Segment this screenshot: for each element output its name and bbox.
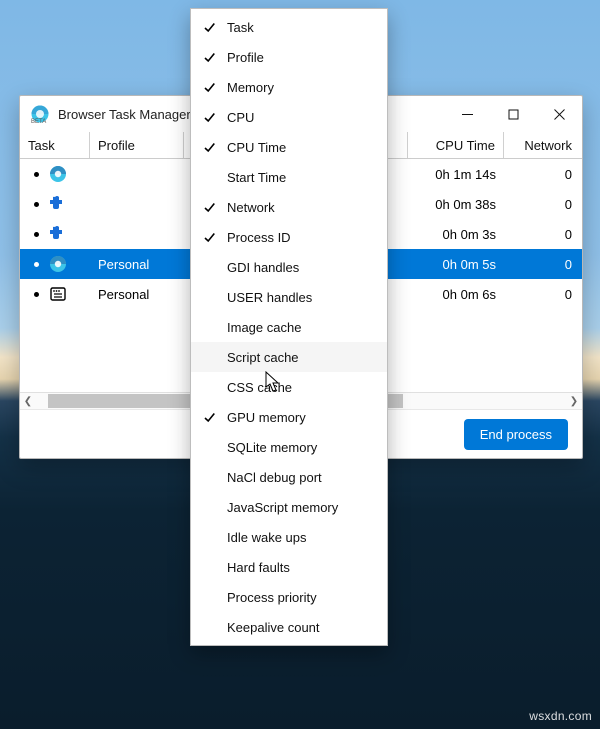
cell-network: 0 — [504, 227, 580, 242]
cell-network: 0 — [504, 197, 580, 212]
menu-item-label: GPU memory — [227, 410, 306, 425]
columns-context-menu: Task Profile Memory CPU CPU Time Start Time Ne… — [190, 8, 388, 646]
bullet-icon — [34, 202, 39, 207]
check-icon — [191, 51, 227, 64]
maximize-button[interactable] — [490, 96, 536, 132]
menu-item[interactable]: Keepalive count — [191, 612, 387, 642]
menu-item-label: Image cache — [227, 320, 301, 335]
desktop-background: BETA Browser Task Manager Task Profile C… — [0, 0, 600, 729]
menu-item-label: USER handles — [227, 290, 312, 305]
watermark: wsxdn.com — [529, 709, 592, 723]
check-icon — [191, 231, 227, 244]
end-process-button[interactable]: End process — [464, 419, 568, 450]
menu-item[interactable]: Idle wake ups — [191, 522, 387, 552]
cell-network: 0 — [504, 287, 580, 302]
check-icon — [191, 141, 227, 154]
check-icon — [191, 21, 227, 34]
process-icon — [49, 195, 67, 213]
menu-item-label: Process ID — [227, 230, 291, 245]
menu-item[interactable]: GPU memory — [191, 402, 387, 432]
cell-task — [20, 165, 90, 183]
cell-task — [20, 195, 90, 213]
menu-item-label: Start Time — [227, 170, 286, 185]
menu-item[interactable]: USER handles — [191, 282, 387, 312]
col-task[interactable]: Task — [20, 132, 90, 158]
cell-task — [20, 225, 90, 243]
menu-item[interactable]: GDI handles — [191, 252, 387, 282]
cell-cputime: 0h 0m 6s — [408, 287, 504, 302]
menu-item[interactable]: Hard faults — [191, 552, 387, 582]
menu-item-label: GDI handles — [227, 260, 299, 275]
scroll-left-arrow[interactable]: ❮ — [20, 393, 36, 409]
cell-cputime: 0h 1m 14s — [408, 167, 504, 182]
menu-item[interactable]: Memory — [191, 72, 387, 102]
cell-cputime: 0h 0m 3s — [408, 227, 504, 242]
cell-task — [20, 285, 90, 303]
menu-item[interactable]: NaCl debug port — [191, 462, 387, 492]
menu-item-label: CSS cache — [227, 380, 292, 395]
process-icon — [49, 225, 67, 243]
menu-item-label: Task — [227, 20, 254, 35]
menu-item[interactable]: JavaScript memory — [191, 492, 387, 522]
menu-item[interactable]: Profile — [191, 42, 387, 72]
menu-item[interactable]: Image cache — [191, 312, 387, 342]
menu-item-label: Process priority — [227, 590, 317, 605]
col-cputime[interactable]: CPU Time — [408, 132, 504, 158]
check-icon — [191, 411, 227, 424]
menu-item[interactable]: CPU Time — [191, 132, 387, 162]
menu-item[interactable]: Network — [191, 192, 387, 222]
menu-item[interactable]: Task — [191, 12, 387, 42]
menu-item-label: SQLite memory — [227, 440, 317, 455]
menu-item-label: Keepalive count — [227, 620, 320, 635]
menu-item-label: Profile — [227, 50, 264, 65]
cell-task — [20, 255, 90, 273]
minimize-button[interactable] — [444, 96, 490, 132]
menu-item[interactable]: Script cache — [191, 342, 387, 372]
cell-network: 0 — [504, 257, 580, 272]
menu-item-label: Memory — [227, 80, 274, 95]
process-icon — [49, 165, 67, 183]
process-icon — [49, 285, 67, 303]
bullet-icon — [34, 232, 39, 237]
bullet-icon — [34, 292, 39, 297]
menu-item[interactable]: CSS cache — [191, 372, 387, 402]
close-button[interactable] — [536, 96, 582, 132]
menu-item[interactable]: Process ID — [191, 222, 387, 252]
menu-item[interactable]: Start Time — [191, 162, 387, 192]
menu-item[interactable]: CPU — [191, 102, 387, 132]
menu-item-label: Idle wake ups — [227, 530, 307, 545]
cell-network: 0 — [504, 167, 580, 182]
check-icon — [191, 111, 227, 124]
scroll-right-arrow[interactable]: ❯ — [566, 393, 582, 409]
menu-item-label: Script cache — [227, 350, 299, 365]
col-network[interactable]: Network — [504, 132, 580, 158]
menu-item[interactable]: SQLite memory — [191, 432, 387, 462]
col-profile[interactable]: Profile — [90, 132, 184, 158]
check-icon — [191, 201, 227, 214]
svg-text:BETA: BETA — [31, 119, 46, 124]
bullet-icon — [34, 262, 39, 267]
menu-item-label: Network — [227, 200, 275, 215]
check-icon — [191, 81, 227, 94]
menu-item-label: Hard faults — [227, 560, 290, 575]
process-icon — [49, 255, 67, 273]
menu-item-label: JavaScript memory — [227, 500, 338, 515]
cell-profile: Personal — [90, 257, 184, 272]
cell-profile: Personal — [90, 287, 184, 302]
cell-cputime: 0h 0m 5s — [408, 257, 504, 272]
menu-item[interactable]: Process priority — [191, 582, 387, 612]
cell-cputime: 0h 0m 38s — [408, 197, 504, 212]
bullet-icon — [34, 172, 39, 177]
menu-item-label: CPU Time — [227, 140, 286, 155]
app-icon: BETA — [30, 104, 50, 124]
menu-item-label: CPU — [227, 110, 254, 125]
menu-item-label: NaCl debug port — [227, 470, 322, 485]
